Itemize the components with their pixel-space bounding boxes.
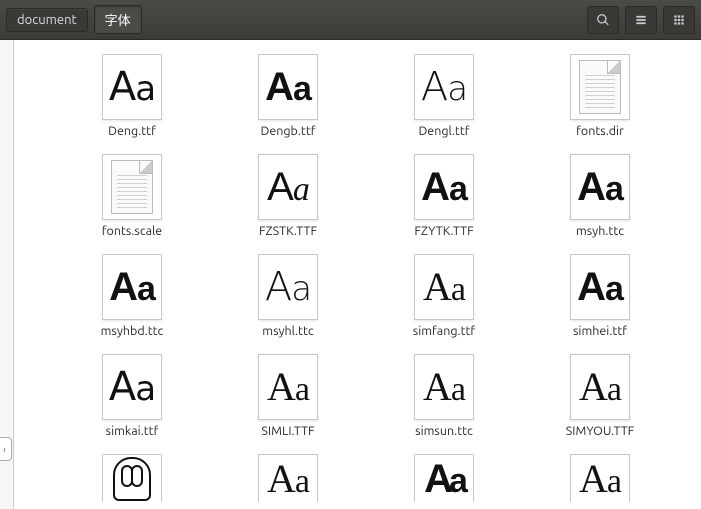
breadcrumb-document[interactable]: document: [6, 8, 88, 32]
file-item[interactable]: Aa SIMYOU.TTF: [522, 354, 678, 454]
file-item[interactable]: Aa Dengl.ttf: [366, 54, 522, 154]
file-item[interactable]: Aa SIMLI.TTF: [210, 354, 366, 454]
file-label: simhei.ttf: [573, 324, 627, 338]
file-item[interactable]: Aa simkai.ttf: [54, 354, 210, 454]
font-file-icon: Aa: [414, 254, 474, 320]
font-file-icon: Aa: [414, 354, 474, 420]
font-file-icon: Aa: [414, 54, 474, 120]
file-label: simfang.ttf: [413, 324, 475, 338]
breadcrumb-fonts[interactable]: 字体: [94, 5, 142, 34]
font-file-icon: Aa: [414, 154, 474, 220]
icon-view[interactable]: Aa Deng.ttf Aa Dengb.ttf Aa Dengl.ttf fonts.di…: [14, 40, 701, 509]
file-item[interactable]: Aa simfang.ttf: [366, 254, 522, 354]
font-file-icon: Aa: [414, 454, 474, 502]
file-item[interactable]: Aa: [366, 454, 522, 509]
font-file-icon: Aa: [258, 454, 318, 502]
file-item[interactable]: Aa: [522, 454, 678, 509]
file-item[interactable]: fonts.scale: [54, 154, 210, 254]
file-item[interactable]: Aa FZSTK.TTF: [210, 154, 366, 254]
text-file-icon: [570, 54, 630, 120]
file-item[interactable]: Aa Dengb.ttf: [210, 54, 366, 154]
file-label: FZYTK.TTF: [414, 224, 473, 238]
font-file-icon: Aa: [102, 354, 162, 420]
font-file-icon: Aa: [258, 154, 318, 220]
file-label: fonts.scale: [102, 224, 162, 238]
file-item[interactable]: Aa msyhl.ttc: [210, 254, 366, 354]
search-icon: [596, 13, 610, 27]
grid-icon: [672, 13, 686, 27]
list-icon: [634, 13, 648, 27]
font-file-icon: Aa: [570, 254, 630, 320]
file-label: Dengb.ttf: [261, 124, 316, 138]
file-item[interactable]: Aa: [210, 454, 366, 509]
font-file-icon: Aa: [258, 254, 318, 320]
file-item[interactable]: [54, 454, 210, 509]
font-file-icon: Aa: [258, 354, 318, 420]
sidebar-expand-handle[interactable]: ‹: [0, 437, 12, 461]
sidebar-collapsed: ‹: [0, 40, 14, 509]
file-label: Deng.ttf: [108, 124, 156, 138]
file-label: simsun.ttc: [415, 424, 473, 438]
view-grid-button[interactable]: [663, 6, 695, 34]
file-item[interactable]: Aa simsun.ttc: [366, 354, 522, 454]
file-item[interactable]: Aa FZYTK.TTF: [366, 154, 522, 254]
file-label: SIMLI.TTF: [261, 424, 314, 438]
font-file-icon: Aa: [102, 254, 162, 320]
view-list-button[interactable]: [625, 6, 657, 34]
file-label: msyh.ttc: [576, 224, 624, 238]
font-file-icon: Aa: [102, 54, 162, 120]
file-label: SIMYOU.TTF: [566, 424, 635, 438]
font-file-icon: Aa: [570, 354, 630, 420]
file-label: FZSTK.TTF: [259, 224, 317, 238]
file-item[interactable]: Aa Deng.ttf: [54, 54, 210, 154]
file-item[interactable]: Aa msyh.ttc: [522, 154, 678, 254]
main-area: ‹ Aa Deng.ttf Aa Dengb.ttf Aa Dengl.ttf fonts.…: [0, 40, 701, 509]
font-file-icon: Aa: [570, 154, 630, 220]
font-file-icon: Aa: [570, 454, 630, 502]
file-label: fonts.dir: [576, 124, 624, 138]
search-button[interactable]: [587, 6, 619, 34]
file-item[interactable]: fonts.dir: [522, 54, 678, 154]
file-label: Dengl.ttf: [418, 124, 469, 138]
file-label: msyhbd.ttc: [101, 324, 164, 338]
file-label: msyhl.ttc: [262, 324, 313, 338]
file-item[interactable]: Aa msyhbd.ttc: [54, 254, 210, 354]
file-item[interactable]: Aa simhei.ttf: [522, 254, 678, 354]
font-file-icon: Aa: [258, 54, 318, 120]
file-label: simkai.ttf: [106, 424, 159, 438]
path-toolbar: document 字体: [0, 0, 701, 40]
font-file-icon: [102, 454, 162, 502]
text-file-icon: [102, 154, 162, 220]
